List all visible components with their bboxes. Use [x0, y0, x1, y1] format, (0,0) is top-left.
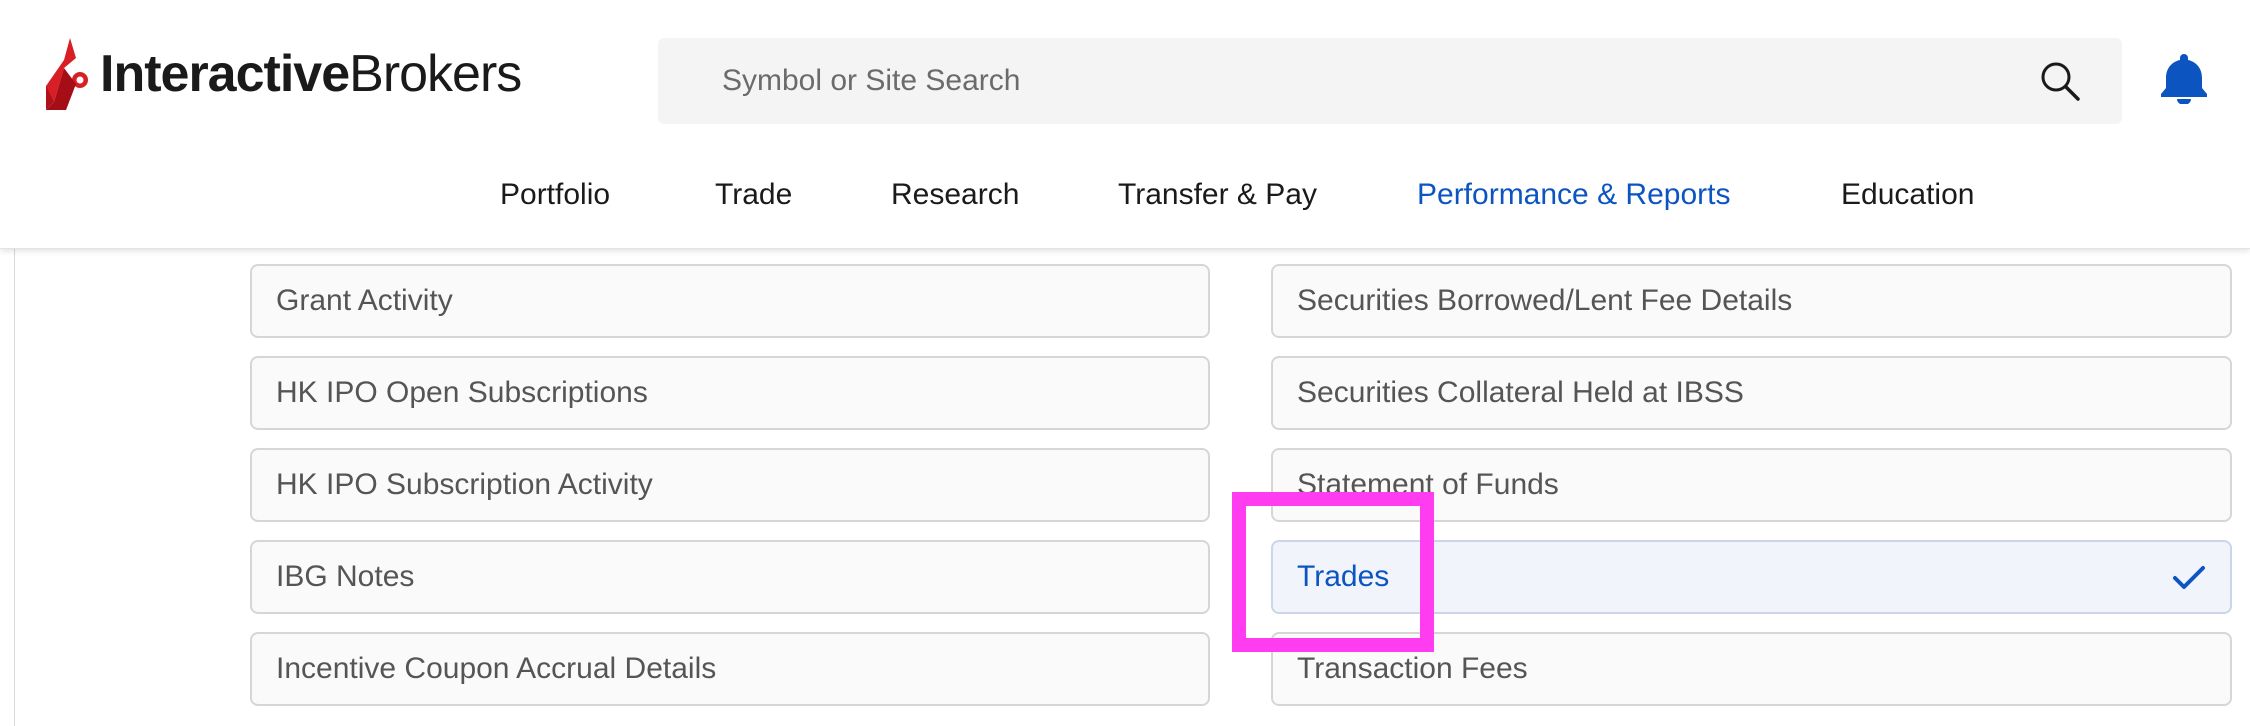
nav-item-trade[interactable]: Trade — [715, 178, 792, 212]
nav-item-performance-reports[interactable]: Performance & Reports — [1417, 178, 1730, 212]
top-header: InteractiveBrokers Portfolio Trade Resea… — [0, 0, 2250, 249]
option-hk-ipo-open-subscriptions[interactable]: HK IPO Open Subscriptions — [250, 356, 1210, 430]
option-statement-of-funds[interactable]: Statement of Funds — [1271, 448, 2232, 522]
option-label: Trades — [1297, 560, 1390, 593]
option-label: HK IPO Open Subscriptions — [276, 376, 648, 409]
nav-item-research[interactable]: Research — [891, 178, 1019, 212]
logo-mark-icon — [46, 38, 88, 110]
left-divider — [14, 248, 15, 726]
option-incentive-coupon-accrual-details[interactable]: Incentive Coupon Accrual Details — [250, 632, 1210, 706]
brand-name: InteractiveBrokers — [100, 44, 522, 104]
option-label: Grant Activity — [276, 284, 453, 317]
option-securities-collateral-held-at-ibss[interactable]: Securities Collateral Held at IBSS — [1271, 356, 2232, 430]
search-input[interactable] — [658, 37, 2038, 125]
brand-name-light: Brokers — [349, 45, 522, 103]
search-bar — [658, 37, 2122, 125]
option-hk-ipo-subscription-activity[interactable]: HK IPO Subscription Activity — [250, 448, 1210, 522]
option-label: IBG Notes — [276, 560, 415, 593]
option-label: HK IPO Subscription Activity — [276, 468, 653, 501]
option-trades[interactable]: Trades — [1271, 540, 2232, 614]
option-label: Statement of Funds — [1297, 468, 1559, 501]
option-grant-activity[interactable]: Grant Activity — [250, 264, 1210, 338]
page: InteractiveBrokers Portfolio Trade Resea… — [0, 0, 2250, 726]
brand-name-bold: Interactive — [100, 45, 350, 103]
option-label: Transaction Fees — [1297, 652, 1528, 685]
nav-item-education[interactable]: Education — [1841, 178, 1974, 212]
nav-item-portfolio[interactable]: Portfolio — [500, 178, 610, 212]
nav-item-transfer-pay[interactable]: Transfer & Pay — [1118, 178, 1317, 212]
option-securities-borrowed-lent-fee-details[interactable]: Securities Borrowed/Lent Fee Details — [1271, 264, 2232, 338]
main-nav: Portfolio Trade Research Transfer & Pay … — [0, 178, 2250, 226]
option-transaction-fees[interactable]: Transaction Fees — [1271, 632, 2232, 706]
option-label: Securities Collateral Held at IBSS — [1297, 376, 1744, 409]
checkmark-icon — [2173, 566, 2205, 589]
option-label: Incentive Coupon Accrual Details — [276, 652, 717, 685]
search-icon[interactable] — [2038, 59, 2082, 103]
bell-icon[interactable] — [2160, 52, 2208, 104]
brand-logo[interactable]: InteractiveBrokers — [46, 34, 536, 114]
option-label: Securities Borrowed/Lent Fee Details — [1297, 284, 1793, 317]
option-ibg-notes[interactable]: IBG Notes — [250, 540, 1210, 614]
